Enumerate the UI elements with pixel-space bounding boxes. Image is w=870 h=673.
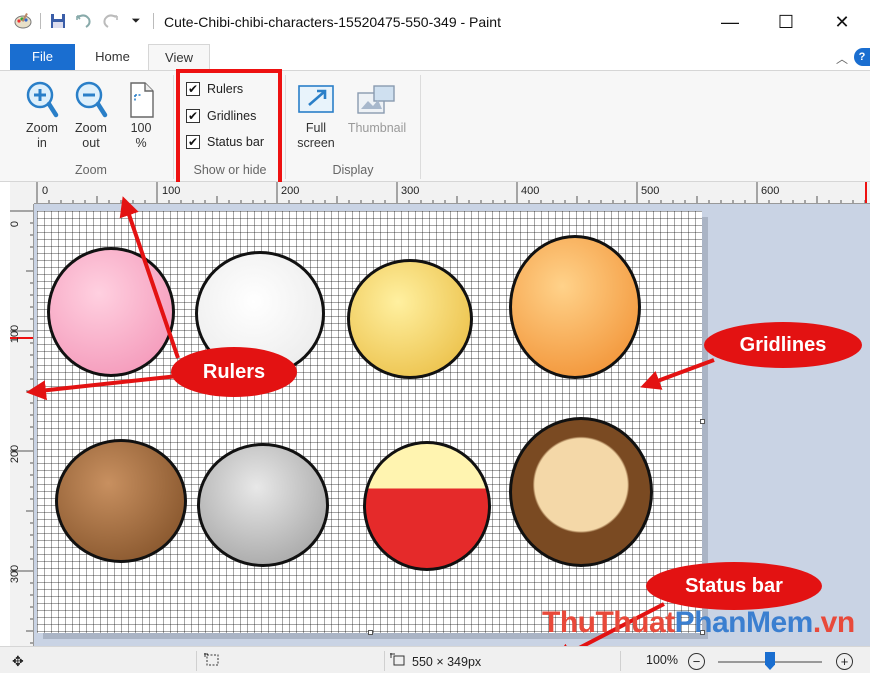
ruler-label: 200: [10, 444, 22, 464]
group-separator: [285, 75, 286, 179]
bear-character: [55, 439, 187, 563]
quick-access-toolbar: ⏷: [14, 12, 154, 30]
pig-character: [47, 247, 175, 377]
zoom-in-label-2: in: [37, 136, 47, 150]
horizontal-ruler: 0 100 200 300 400 500 600: [34, 182, 870, 204]
vertical-ruler: 0 100 200 300: [10, 204, 34, 646]
zoom-in-icon: [26, 81, 59, 118]
tab-home[interactable]: Home: [80, 44, 145, 70]
hundred-percent-button[interactable]: 100 %: [121, 79, 161, 151]
status-separator: [620, 651, 621, 671]
full-screen-icon: [298, 85, 334, 113]
zoom-out-icon: [75, 81, 108, 118]
zoom-out-button[interactable]: Zoom out: [69, 79, 113, 151]
thumbnail-button[interactable]: Thumbnail: [342, 79, 412, 136]
display-group-label: Display: [332, 163, 374, 177]
cursor-position: ✥: [12, 653, 24, 670]
zoom-level-label: 100%: [646, 653, 678, 667]
window-title: Cute-Chibi-chibi-characters-15520475-550…: [164, 14, 501, 30]
fox-character: [509, 235, 641, 379]
ribbon-tabs: File Home View ︿ ?: [0, 44, 870, 70]
redo-icon[interactable]: [101, 12, 119, 30]
ladybug-character: [363, 441, 491, 571]
rulers-callout: Rulers: [171, 347, 297, 397]
watermark-part-3: .vn: [812, 606, 855, 639]
full-screen-label-1: Full: [305, 121, 327, 135]
status-separator: [196, 651, 197, 671]
close-button[interactable]: ✕: [814, 4, 870, 40]
minimize-button[interactable]: —: [702, 4, 758, 40]
title-bar: ⏷ Cute-Chibi-chibi-characters-15520475-5…: [0, 0, 870, 44]
thumbnail-label: Thumbnail: [347, 121, 407, 135]
page-icon: [130, 82, 154, 118]
ruler-label: 0: [10, 220, 22, 228]
maximize-button[interactable]: ☐: [758, 4, 814, 40]
canvas-resize-handle[interactable]: [700, 419, 705, 424]
ruler-label: 300: [10, 564, 22, 584]
watermark-part-1: ThuThuat: [542, 606, 675, 639]
ruler-label: 100: [162, 185, 181, 197]
help-icon[interactable]: ?: [854, 48, 870, 66]
customize-qat-icon[interactable]: ⏷: [127, 12, 145, 30]
zoom-out-label-2: out: [82, 136, 100, 150]
zoom-group-label: Zoom: [75, 163, 107, 177]
ruler-label: 0: [42, 185, 49, 197]
zoom-in-label-1: Zoom: [26, 121, 58, 135]
ruler-corner: [10, 182, 34, 204]
zoom-in-status-button[interactable]: +: [836, 653, 853, 670]
move-cursor-icon: ✥: [12, 653, 24, 669]
show-hide-highlight: [176, 69, 282, 187]
full-screen-label-2: screen: [297, 136, 335, 150]
mouse-character: [197, 443, 329, 567]
tab-view[interactable]: View: [148, 44, 210, 70]
zoom-in-button[interactable]: Zoom in: [20, 79, 64, 151]
status-bar-callout: Status bar: [646, 562, 822, 610]
hundred-label-1: 100: [130, 121, 152, 135]
ruler-label: 200: [281, 185, 300, 197]
undo-icon[interactable]: [75, 12, 93, 30]
ruler-label: 500: [641, 185, 660, 197]
qat-separator: [40, 13, 41, 29]
canvas-resize-handle[interactable]: [368, 630, 373, 635]
selection-size: [204, 653, 220, 670]
collapse-ribbon-icon[interactable]: ︿: [836, 50, 848, 67]
paint-app-icon[interactable]: [14, 12, 32, 30]
group-separator: [420, 75, 421, 179]
status-separator: [384, 651, 385, 671]
image-size-icon: [390, 653, 406, 670]
save-icon[interactable]: [49, 12, 67, 30]
horizontal-ruler-ticks: [36, 182, 867, 203]
status-bar: ✥ 550 × 349px 100% − +: [0, 646, 870, 673]
hundred-label-2: %: [135, 136, 147, 150]
image-size-label: 550 × 349px: [412, 654, 482, 669]
zoom-out-status-button[interactable]: −: [688, 653, 705, 670]
ruler-label: 600: [761, 185, 780, 197]
watermark-part-2: PhanMem: [674, 606, 814, 639]
selection-icon: [204, 653, 220, 670]
zoom-out-label-1: Zoom: [75, 121, 107, 135]
ruler-label: 400: [521, 185, 540, 197]
image-canvas[interactable]: [37, 211, 702, 633]
tab-file[interactable]: File: [10, 44, 75, 70]
ribbon-view: Zoom in Zoom out 100 % Zoom ✔ Rulers ✔ G…: [0, 70, 870, 182]
image-size: 550 × 349px: [390, 653, 481, 670]
lion-character: [509, 417, 653, 567]
zoom-slider-thumb[interactable]: [765, 652, 775, 670]
full-screen-button[interactable]: Full screen: [294, 79, 338, 151]
thumbnail-icon: [357, 85, 395, 114]
watermark: ThuThuatPhanMem.vn: [542, 606, 855, 640]
cat-character: [347, 259, 473, 379]
ruler-label: 100: [10, 324, 22, 344]
ruler-label: 300: [401, 185, 420, 197]
group-separator: [173, 75, 174, 179]
qat-separator: [153, 13, 154, 29]
gridlines-callout: Gridlines: [704, 322, 862, 368]
zoom-level: 100%: [646, 653, 678, 667]
